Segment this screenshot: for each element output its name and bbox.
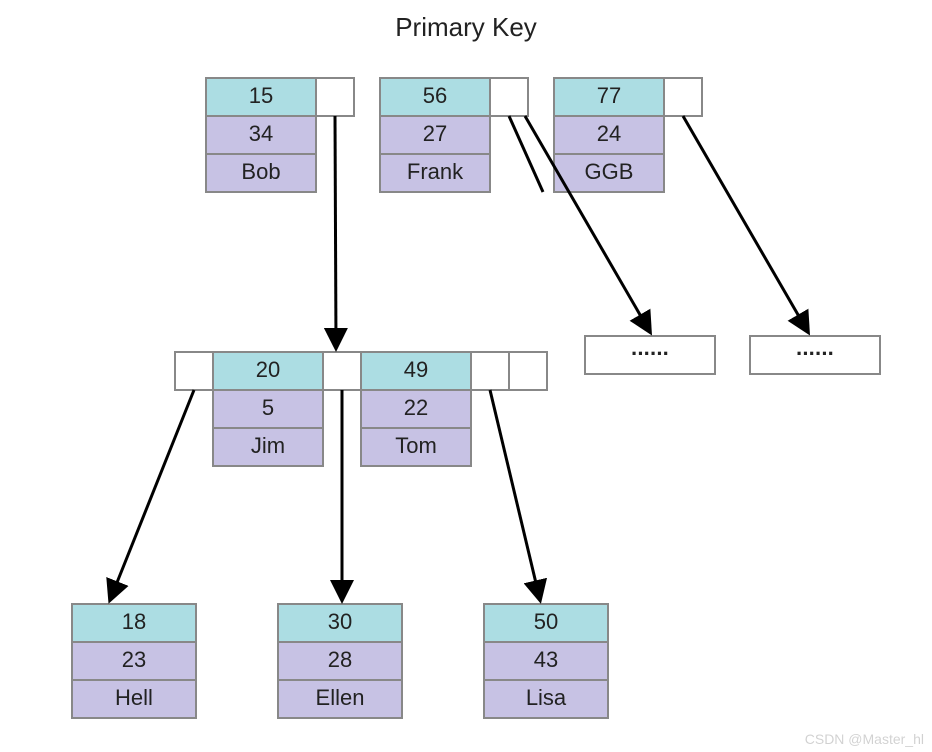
mid-node: 20 5 Jim 49 22 Tom [175, 352, 547, 466]
leaf1-f2: Ellen [316, 685, 365, 710]
root-entry-1: 56 27 Frank [380, 78, 490, 192]
mid-ptr-2 [471, 352, 509, 390]
diagram-canvas: Primary Key 15 34 Bob 56 27 Frank 77 [0, 0, 932, 752]
mid-entry-1: 49 22 Tom [361, 352, 471, 466]
watermark: CSDN @Master_hl [805, 731, 924, 747]
leaf2-f2: Lisa [526, 685, 567, 710]
root-entry-2: 77 24 GGB [554, 78, 664, 192]
leaf0-key: 18 [122, 609, 146, 634]
ellipsis-node-1: ······ [750, 336, 880, 374]
root-f1-1: 27 [423, 121, 447, 146]
root-f2-2: GGB [585, 159, 634, 184]
leaf-node-1: 30 28 Ellen [278, 604, 402, 718]
mid-ptr-0 [175, 352, 213, 390]
root-ptr-0 [316, 78, 354, 116]
mid-entry-0: 20 5 Jim [213, 352, 323, 466]
root-key-1: 56 [423, 83, 447, 108]
leaf2-key: 50 [534, 609, 558, 634]
root-ptr-2 [664, 78, 702, 116]
root-entry-0: 15 34 Bob [206, 78, 316, 192]
arrow-root-p0 [335, 116, 336, 348]
arrow-root-stub [509, 116, 543, 192]
root-f1-2: 24 [597, 121, 621, 146]
mid-f2-1: Tom [395, 433, 437, 458]
mid-f1-1: 22 [404, 395, 428, 420]
leaf0-f2: Hell [115, 685, 153, 710]
leaf-node-2: 50 43 Lisa [484, 604, 608, 718]
ellipsis-node-0: ······ [585, 336, 715, 374]
leaf1-f1: 28 [328, 647, 352, 672]
root-node: 15 34 Bob 56 27 Frank 77 24 GGB [206, 78, 702, 192]
arrow-root-p2 [683, 116, 808, 332]
mid-ptr-extra [509, 352, 547, 390]
arrow-mid-p2 [490, 390, 540, 600]
root-key-2: 77 [597, 83, 621, 108]
leaf-node-0: 18 23 Hell [72, 604, 196, 718]
diagram-title: Primary Key [395, 12, 537, 42]
leaf0-f1: 23 [122, 647, 146, 672]
mid-key-0: 20 [256, 357, 280, 382]
ellipsis-1-label: ······ [796, 341, 834, 366]
mid-f1-0: 5 [262, 395, 274, 420]
mid-key-1: 49 [404, 357, 428, 382]
root-f1-0: 34 [249, 121, 273, 146]
leaf2-f1: 43 [534, 647, 558, 672]
root-f2-0: Bob [241, 159, 280, 184]
ellipsis-0-label: ······ [631, 341, 669, 366]
leaf1-key: 30 [328, 609, 352, 634]
root-ptr-1 [490, 78, 528, 116]
root-key-0: 15 [249, 83, 273, 108]
arrow-mid-p0 [110, 390, 194, 600]
mid-ptr-1 [323, 352, 361, 390]
mid-f2-0: Jim [251, 433, 285, 458]
root-f2-1: Frank [407, 159, 464, 184]
